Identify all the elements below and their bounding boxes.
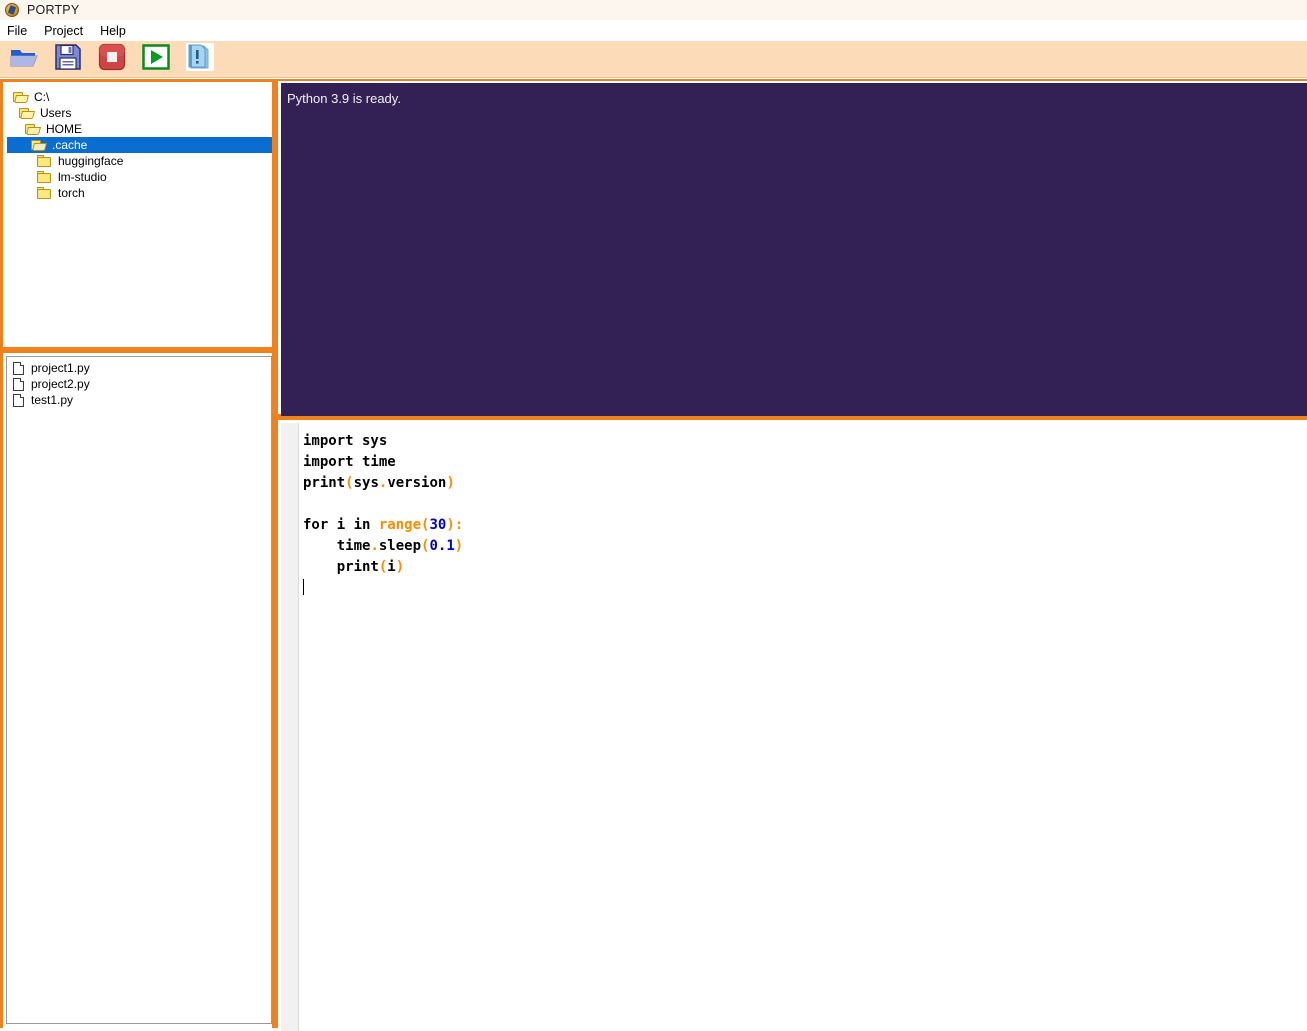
tree-item-label: C:\ — [34, 90, 50, 104]
code-token: 30 — [429, 517, 447, 533]
page-icon — [13, 377, 24, 391]
code-token: i — [387, 559, 396, 575]
editor-gutter — [281, 423, 299, 1031]
tree-item[interactable]: torch — [7, 185, 272, 201]
tree-item[interactable]: C:\ — [7, 89, 272, 105]
compass-icon — [5, 3, 19, 17]
folder-open-icon — [31, 139, 47, 151]
folder-closed-icon — [37, 171, 52, 183]
save-button[interactable] — [50, 43, 86, 76]
folder-open-icon — [25, 123, 41, 135]
code-token: time — [303, 538, 371, 554]
code-editor-panel: import sys import time print(sys.version) … — [275, 417, 1307, 1031]
menu-project[interactable]: Project — [44, 23, 92, 39]
folder-closed-icon — [37, 187, 52, 199]
directory-tree-list[interactable]: C:\ Users HOME .cache huggingface lm-studio to… — [6, 85, 272, 347]
tree-item[interactable]: huggingface — [7, 153, 272, 169]
code-line: print(sys.version) — [303, 473, 1307, 494]
right-column: Python 3.9 is ready. import sys import ti… — [275, 79, 1307, 1031]
tree-item[interactable]: .cache — [7, 137, 272, 153]
code-token: print — [303, 475, 346, 491]
menu-file[interactable]: File — [7, 23, 36, 39]
left-column: C:\ Users HOME .cache huggingface lm-studio to… — [0, 79, 275, 1028]
code-token: ) — [446, 517, 455, 533]
code-token: ) — [446, 475, 455, 491]
folder-closed-icon — [37, 155, 52, 167]
code-line: print(i) — [303, 557, 1307, 578]
file-list[interactable]: project1.py project2.py test1.py — [6, 356, 272, 1024]
code-line: import time — [303, 452, 1307, 473]
console-panel: Python 3.9 is ready. — [275, 79, 1307, 417]
file-list-item[interactable]: project2.py — [7, 376, 271, 392]
tree-item-label: torch — [58, 186, 85, 200]
code-token: import time — [303, 454, 396, 470]
tree-item[interactable]: HOME — [7, 121, 272, 137]
page-icon — [13, 361, 24, 375]
run-button[interactable] — [138, 43, 174, 75]
stop-button[interactable] — [94, 43, 130, 76]
folder-open-icon — [13, 91, 29, 103]
code-token: for i in — [303, 517, 379, 533]
error-log-button[interactable] — [182, 42, 218, 76]
tree-item-label: lm-studio — [58, 170, 107, 184]
file-list-item[interactable]: project1.py — [7, 360, 271, 376]
main-area: C:\ Users HOME .cache huggingface lm-studio to… — [0, 79, 1307, 1031]
code-token: ( — [345, 475, 354, 491]
tree-item[interactable]: Users — [7, 105, 272, 121]
page-icon — [13, 393, 24, 407]
code-editor[interactable]: import sys import time print(sys.version) … — [300, 423, 1307, 1031]
code-token: import sys — [303, 433, 388, 449]
code-token: sleep — [378, 538, 422, 554]
title-bar: PORTPY — [0, 0, 1307, 20]
stop-icon — [98, 43, 126, 76]
console-output[interactable]: Python 3.9 is ready. — [281, 83, 1307, 416]
code-token: range — [378, 517, 422, 533]
tree-item-label: Users — [40, 106, 72, 120]
toolbar — [0, 41, 1307, 78]
folder-open-icon — [19, 107, 35, 119]
floppy-disk-icon — [54, 43, 82, 76]
tree-item-label: .cache — [52, 138, 88, 152]
file-list-item-label: project2.py — [31, 377, 90, 391]
code-token: ) — [395, 559, 405, 575]
code-token: version — [387, 475, 447, 491]
folder-open-icon — [9, 45, 39, 74]
file-list-item[interactable]: test1.py — [7, 392, 271, 408]
tree-item-label: huggingface — [58, 154, 124, 168]
code-line — [303, 578, 1307, 599]
file-list-item-label: project1.py — [31, 361, 90, 375]
code-token: sys — [353, 475, 379, 491]
code-token: . — [370, 538, 379, 554]
code-line: import sys — [303, 431, 1307, 452]
menu-help[interactable]: Help — [100, 23, 135, 39]
tree-item[interactable]: lm-studio — [7, 169, 272, 185]
tree-item-label: HOME — [46, 122, 82, 136]
open-folder-button[interactable] — [6, 44, 42, 74]
document-warning-icon — [186, 42, 214, 76]
code-line: time.sleep(0.1) — [303, 536, 1307, 557]
file-list-panel: project1.py project2.py test1.py — [0, 350, 275, 1028]
menu-bar: File Project Help — [0, 20, 1307, 41]
file-list-item-label: test1.py — [31, 393, 74, 407]
code-token: 0.1 — [429, 538, 455, 554]
text-cursor — [303, 579, 304, 595]
code-token: print — [303, 559, 379, 575]
window-title: PORTPY — [27, 3, 80, 17]
code-line: for i in range(30): — [303, 515, 1307, 536]
code-token: : — [454, 517, 464, 533]
code-token: ) — [454, 538, 464, 554]
play-icon — [142, 43, 170, 75]
directory-tree-panel: C:\ Users HOME .cache huggingface lm-studio to… — [0, 79, 275, 350]
